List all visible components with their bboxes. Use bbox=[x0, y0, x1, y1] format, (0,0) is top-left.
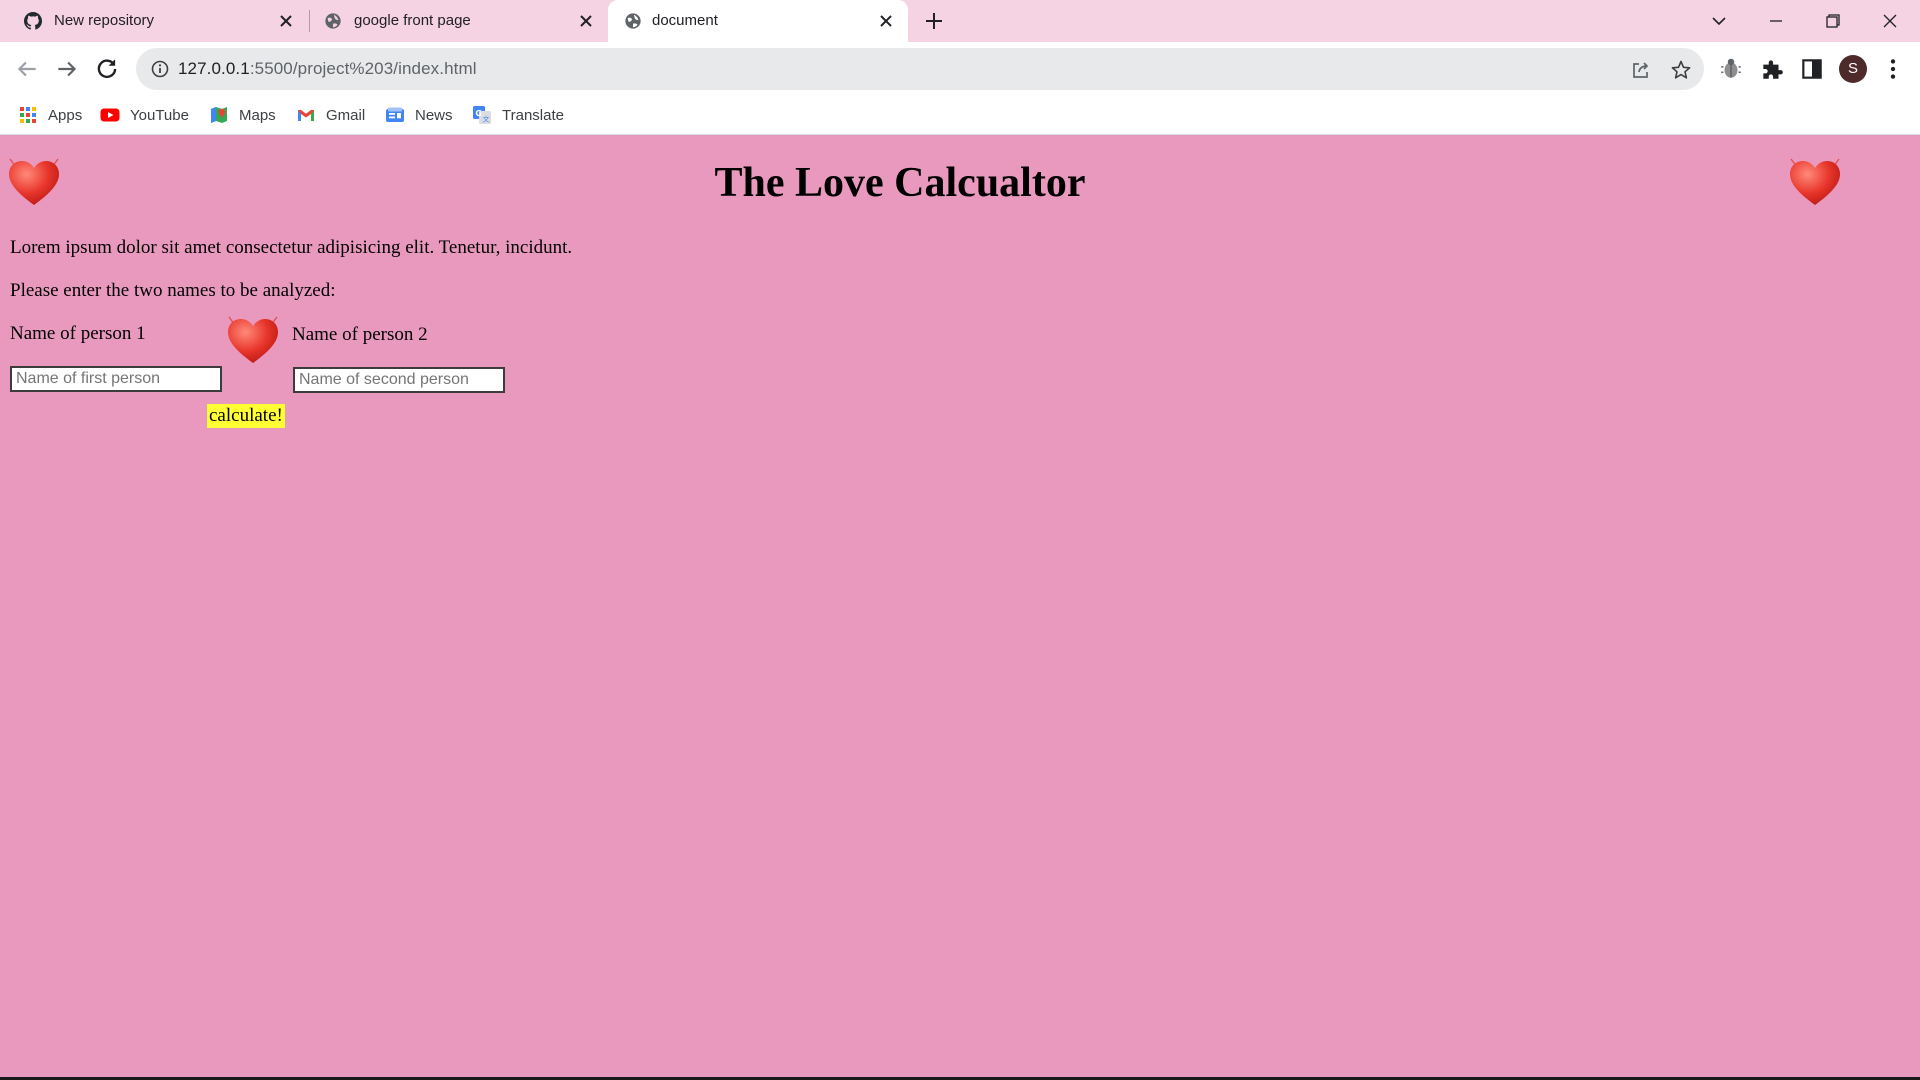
person2-input[interactable] bbox=[293, 367, 505, 393]
bookmark-label: YouTube bbox=[130, 106, 189, 124]
side-panel-icon[interactable] bbox=[1799, 56, 1825, 82]
tab-new-repository[interactable]: New repository bbox=[0, 0, 308, 42]
back-icon[interactable] bbox=[14, 56, 40, 82]
tab-title: New repository bbox=[54, 12, 155, 29]
tab-google-front-page[interactable]: google front page bbox=[308, 0, 608, 42]
reload-icon[interactable] bbox=[94, 56, 120, 82]
news-icon bbox=[386, 107, 404, 122]
globe-icon bbox=[325, 13, 341, 29]
profile-avatar[interactable]: S bbox=[1839, 55, 1867, 83]
instruction-text: Please enter the two names to be analyze… bbox=[10, 280, 336, 301]
bookmarks-bar: Apps YouTube Maps Gmail News G 文 Transla… bbox=[0, 96, 1920, 135]
person1-label: Name of person 1 bbox=[10, 323, 146, 344]
forward-icon[interactable] bbox=[54, 56, 80, 82]
extensions-puzzle-icon[interactable] bbox=[1759, 56, 1785, 82]
bookmark-news[interactable]: News bbox=[385, 104, 453, 126]
browser-toolbar: 127.0.0.1:5500/project%203/index.html S bbox=[0, 42, 1920, 96]
heart-icon bbox=[228, 316, 278, 363]
gmail-icon bbox=[298, 110, 314, 121]
tab-strip: New repository google front page documen… bbox=[0, 0, 1920, 42]
tab-search-chevron-icon[interactable] bbox=[1707, 9, 1731, 33]
github-icon bbox=[24, 12, 42, 30]
bookmark-apps[interactable]: Apps bbox=[18, 104, 82, 126]
new-tab-icon[interactable] bbox=[923, 10, 945, 32]
menu-kebab-icon[interactable] bbox=[1880, 56, 1906, 82]
url-path: :5500/project%203/index.html bbox=[249, 59, 477, 78]
address-bar[interactable]: 127.0.0.1:5500/project%203/index.html bbox=[136, 48, 1704, 90]
maps-icon bbox=[211, 107, 227, 123]
tab-title: document bbox=[652, 12, 718, 29]
close-icon[interactable] bbox=[276, 11, 296, 31]
calculate-button[interactable]: calculate! bbox=[207, 404, 285, 428]
person1-input[interactable] bbox=[10, 366, 222, 392]
bookmark-gmail[interactable]: Gmail bbox=[296, 104, 365, 126]
share-icon[interactable] bbox=[1630, 59, 1652, 81]
tab-title: google front page bbox=[354, 12, 471, 29]
bookmark-label: Gmail bbox=[326, 106, 366, 124]
minimize-icon[interactable] bbox=[1764, 9, 1788, 33]
url-host: 127.0.0.1 bbox=[178, 59, 250, 78]
restore-icon[interactable] bbox=[1821, 9, 1845, 33]
bookmark-label: Maps bbox=[239, 106, 276, 124]
bug-extension-icon[interactable] bbox=[1718, 56, 1744, 82]
bookmark-translate[interactable]: G 文 Translate bbox=[472, 104, 564, 126]
intro-text: Lorem ipsum dolor sit amet consectetur a… bbox=[10, 237, 573, 258]
close-icon[interactable] bbox=[876, 11, 896, 31]
tab-document[interactable]: document bbox=[608, 0, 908, 42]
globe-icon bbox=[625, 13, 641, 29]
site-info-icon[interactable] bbox=[150, 59, 170, 79]
close-icon[interactable] bbox=[576, 11, 596, 31]
bookmark-maps[interactable]: Maps bbox=[209, 104, 276, 126]
url-text[interactable]: 127.0.0.1:5500/project%203/index.html bbox=[178, 59, 477, 79]
bookmark-youtube[interactable]: YouTube bbox=[100, 104, 189, 126]
translate-icon: G 文 bbox=[473, 106, 491, 124]
page-title: The Love Calcualtor bbox=[714, 160, 1086, 206]
svg-text:文: 文 bbox=[483, 115, 490, 124]
bookmark-star-icon[interactable] bbox=[1670, 59, 1692, 81]
youtube-icon bbox=[100, 108, 120, 122]
bookmark-label: Translate bbox=[502, 106, 564, 124]
bookmark-label: News bbox=[415, 106, 453, 124]
apps-grid-icon bbox=[20, 107, 36, 123]
bookmark-label: Apps bbox=[48, 106, 83, 124]
close-window-icon[interactable] bbox=[1878, 9, 1902, 33]
page-content: The Love Calcualtor Lorem ipsum dolor si… bbox=[0, 135, 1920, 1080]
person2-label: Name of person 2 bbox=[292, 324, 428, 345]
svg-text:G: G bbox=[475, 109, 482, 118]
